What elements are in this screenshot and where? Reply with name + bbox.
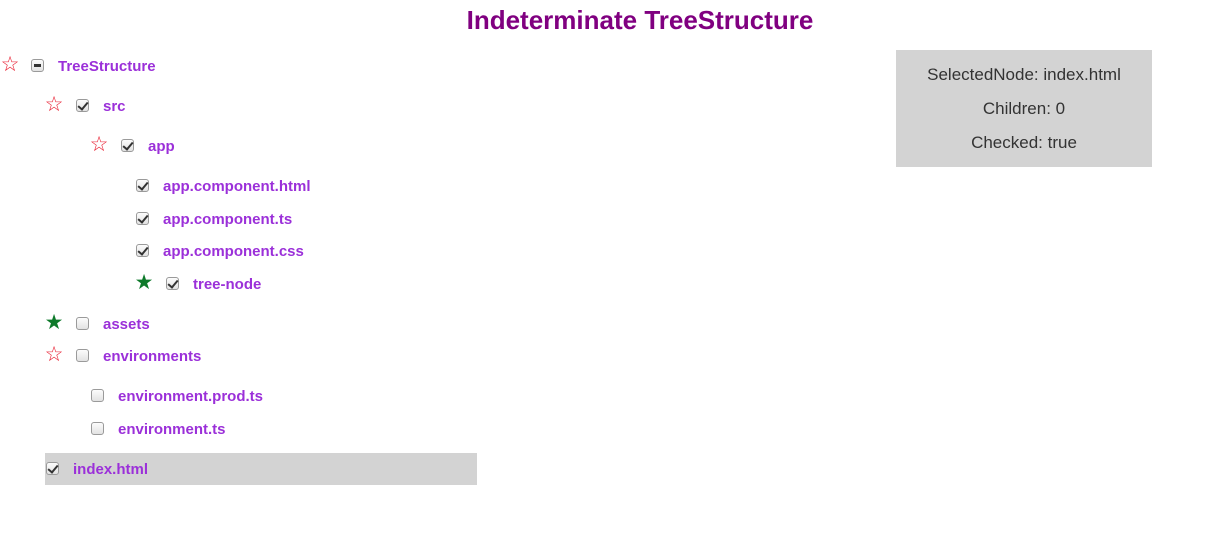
checkbox-environment-prod-ts[interactable] [91, 389, 104, 402]
tree-node-label[interactable]: app.component.html [163, 178, 311, 195]
checkbox-app-component-css[interactable] [136, 244, 149, 257]
tree-node-label[interactable]: src [103, 98, 126, 115]
tree-node-label[interactable]: app.component.css [163, 243, 304, 260]
tree-node-label[interactable]: index.html [73, 461, 148, 478]
star-outline-icon[interactable]: ☆ [43, 94, 65, 116]
tree-page: Indeterminate TreeStructure ☆ TreeStruct… [0, 0, 1210, 557]
checkbox-app[interactable] [121, 139, 134, 152]
checkbox-environments[interactable] [76, 349, 89, 362]
tree-node-label[interactable]: tree-node [193, 276, 261, 293]
tree-node-label[interactable]: environments [103, 348, 201, 365]
page-title: Indeterminate TreeStructure [466, 5, 814, 35]
checkbox-environment-ts[interactable] [91, 422, 104, 435]
star-outline-icon[interactable]: ☆ [43, 344, 65, 366]
tree-node-label[interactable]: environment.prod.ts [118, 388, 263, 405]
star-filled-icon[interactable]: ★ [133, 272, 155, 294]
checkbox-app-component-html[interactable] [136, 179, 149, 192]
checkbox-index-html[interactable] [46, 462, 59, 475]
star-filled-icon[interactable]: ★ [43, 312, 65, 334]
checkbox-app-component-ts[interactable] [136, 212, 149, 225]
checked-state-text: Checked: true [971, 133, 1077, 152]
checkbox-tree-node[interactable] [166, 277, 179, 290]
star-outline-icon[interactable]: ☆ [88, 134, 110, 156]
selected-node-text: SelectedNode: index.html [927, 65, 1121, 84]
selected-node-info-panel: SelectedNode: index.html Children: 0 Che… [896, 50, 1152, 167]
checkbox-root[interactable] [31, 59, 44, 72]
tree-node-label[interactable]: app.component.ts [163, 211, 292, 228]
star-outline-icon[interactable]: ☆ [0, 54, 21, 76]
children-count-text: Children: 0 [982, 99, 1066, 118]
checkbox-assets[interactable] [76, 317, 89, 330]
tree-node-label[interactable]: assets [103, 316, 150, 333]
checkbox-src[interactable] [76, 99, 89, 112]
tree-node-label[interactable]: environment.ts [118, 421, 226, 438]
tree-node-label[interactable]: TreeStructure [58, 58, 156, 75]
tree-node-label[interactable]: app [148, 138, 175, 155]
